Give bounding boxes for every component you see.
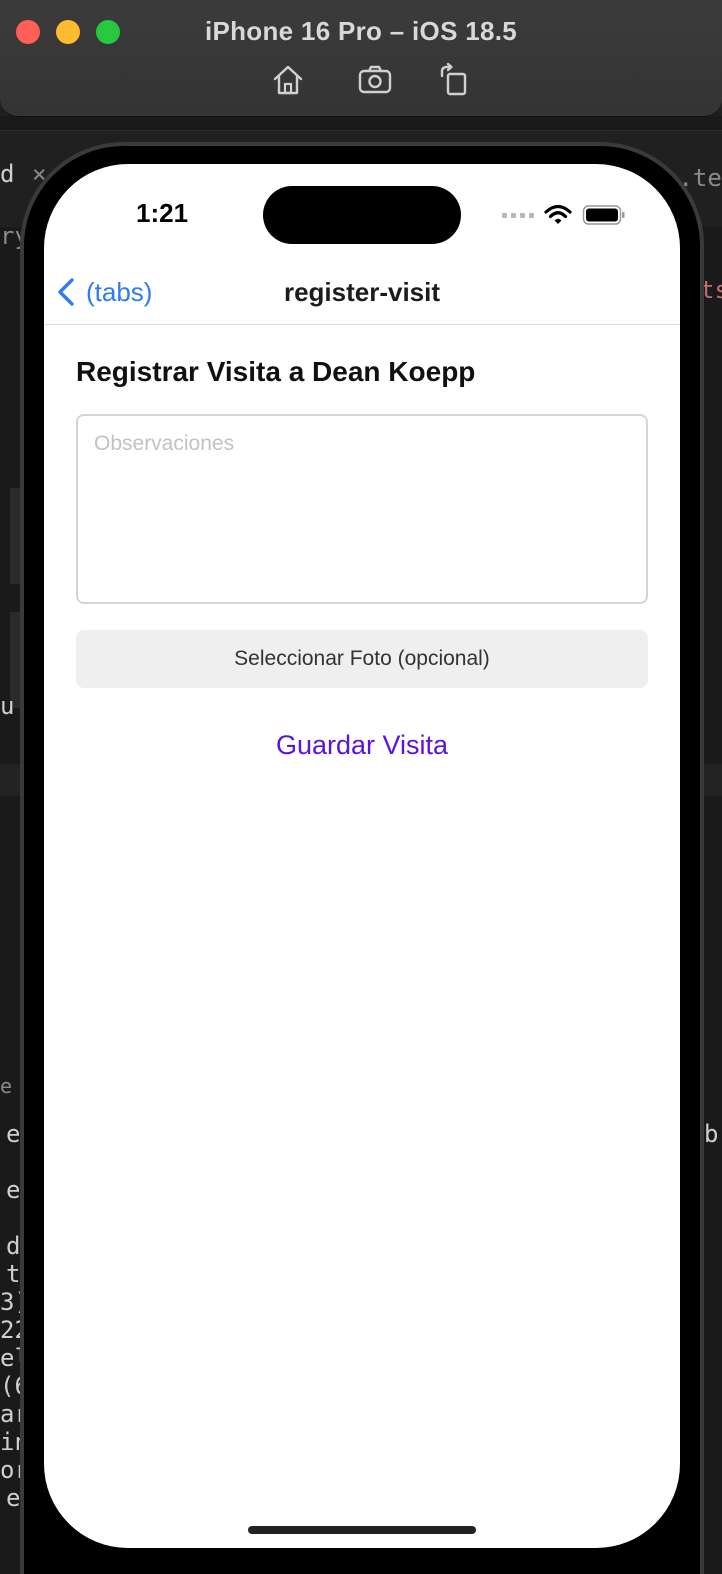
observations-input[interactable]: [76, 414, 648, 604]
background-code-fragment: t: [6, 1260, 21, 1288]
select-photo-button[interactable]: Seleccionar Foto (opcional): [76, 630, 648, 688]
camera-icon[interactable]: [357, 62, 393, 98]
battery-icon: [582, 205, 625, 225]
status-time: 1:21: [136, 198, 189, 228]
status-icons: [502, 202, 626, 228]
background-code-fragment: d: [0, 160, 15, 188]
simulator-title: iPhone 16 Pro – iOS 18.5: [204, 16, 518, 46]
nav-title: register-visit: [283, 277, 441, 307]
phone-screen: 1:21 (tabs) register-visit Registrar Vis…: [44, 164, 680, 1548]
background-code-fragment: e: [0, 1074, 13, 1098]
cellular-signal-icon: [502, 212, 534, 218]
rotate-icon[interactable]: [436, 62, 472, 98]
background-code-fragment: e: [6, 1120, 21, 1148]
background-code-fragment: d: [6, 1232, 21, 1260]
background-code-fragment: b: [704, 1120, 719, 1148]
home-icon[interactable]: [270, 62, 306, 98]
background-code-fragment: e: [6, 1176, 21, 1204]
register-visit-form: Registrar Visita a Dean Koepp Selecciona…: [76, 354, 648, 765]
simulator-titlebar: iPhone 16 Pro – iOS 18.5: [0, 0, 722, 117]
page-title: Registrar Visita a Dean Koepp: [76, 356, 476, 387]
home-indicator[interactable]: [248, 1526, 476, 1534]
wifi-icon: [544, 204, 572, 224]
save-visit-button[interactable]: Guardar Visita: [266, 726, 458, 765]
dynamic-island: [263, 186, 461, 244]
navigation-bar: (tabs) register-visit: [44, 264, 680, 325]
simulator-window: d × ry u. e e e d t 3) 22 el (6 ar in or…: [0, 0, 722, 1574]
